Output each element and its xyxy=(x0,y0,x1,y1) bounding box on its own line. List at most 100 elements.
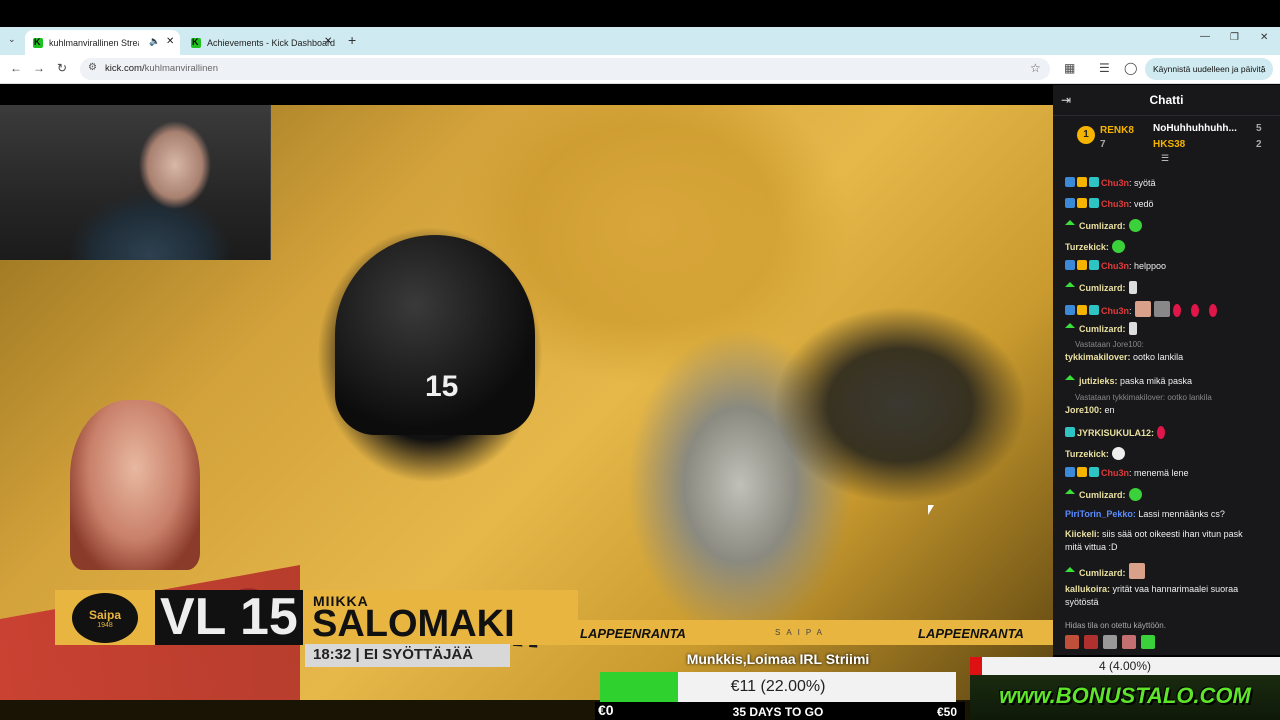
leaderboard: 1 RENK8 7 NoHuhhuhhuhh... 5 HKS38 2 ☰ xyxy=(1053,116,1280,164)
chat-username[interactable]: Chu3n xyxy=(1101,261,1129,271)
badge-icon xyxy=(1065,177,1075,187)
chat-text: yrität vaa hannarimaalei suoraa xyxy=(1110,584,1239,594)
slow-mode-notice: Hidas tila on otettu käyttöön. xyxy=(1065,621,1166,630)
emote-icon[interactable] xyxy=(1141,635,1155,649)
chat-username[interactable]: Cumlizard: xyxy=(1079,324,1126,334)
chat-username[interactable]: Jore100: xyxy=(1065,405,1102,415)
chat-username[interactable]: Kiickeli: xyxy=(1065,529,1100,539)
tab-close-icon[interactable]: ✕ xyxy=(324,36,332,47)
minimize-icon[interactable]: — xyxy=(1200,31,1210,42)
emote-icon xyxy=(1111,240,1125,253)
chat-username[interactable]: Chu3n xyxy=(1101,468,1129,478)
tab-close-icon[interactable]: ✕ xyxy=(166,36,174,47)
close-window-icon[interactable]: ✕ xyxy=(1260,32,1268,43)
reload-icon[interactable]: ↻ xyxy=(57,61,67,75)
tab-stream[interactable]: kuhlmanvirallinen Stream - 🔈 ✕ xyxy=(25,30,180,55)
leader-first-count: 7 xyxy=(1100,139,1106,150)
goal-amount: €11 (22.00%) xyxy=(730,678,826,695)
leaderboard-toggle-icon[interactable]: ☰ xyxy=(1161,153,1169,164)
emote-icon xyxy=(1172,304,1181,317)
chat-message: Chu3n: vedö xyxy=(1065,198,1154,209)
top-strip xyxy=(0,0,1280,27)
chat-panel: ⇥ Chatti 1 RENK8 7 NoHuhhuhhuhh... 5 HKS… xyxy=(1053,85,1280,655)
emote-icon[interactable] xyxy=(1103,635,1117,649)
chat-username[interactable]: JYRKISUKULA12: xyxy=(1077,428,1154,438)
player-photo xyxy=(70,400,200,570)
reply-context[interactable]: Vastataan tykkimakilover: ootko lankila xyxy=(1065,393,1212,402)
badge-icon xyxy=(1065,198,1075,208)
strip-mid-text: SAIPA xyxy=(775,628,828,637)
emote-icon xyxy=(1157,426,1166,439)
crown-badge-icon xyxy=(1077,260,1087,270)
chat-message: PiriTorin_Pekko: Lassi mennäänks cs? xyxy=(1065,509,1225,519)
chat-message: JYRKISUKULA12: xyxy=(1065,426,1166,439)
chat-username[interactable]: Chu3n xyxy=(1101,306,1129,316)
chat-username[interactable]: Turzekick: xyxy=(1065,242,1109,252)
chat-text: paska mikä paska xyxy=(1117,376,1193,386)
chat-username[interactable]: Turzekick: xyxy=(1065,449,1109,459)
chat-text: Lassi mennäänks cs? xyxy=(1135,509,1225,519)
goal-days-left: 35 DAYS TO GO xyxy=(732,705,824,719)
maximize-icon[interactable]: ❐ xyxy=(1230,32,1239,43)
rank-badge: 1 xyxy=(1077,126,1095,144)
forward-icon[interactable]: → xyxy=(33,61,45,75)
leader-third-count: 2 xyxy=(1256,139,1262,150)
goal-end: €50 xyxy=(937,705,958,719)
sub-badge-icon xyxy=(1089,198,1099,208)
chat-username[interactable]: Cumlizard: xyxy=(1079,490,1126,500)
relaunch-label: Käynnistä uudelleen ja päivitä xyxy=(1153,64,1266,74)
bookmark-star-icon[interactable]: ☆ xyxy=(1030,61,1041,75)
verified-badge-icon xyxy=(1065,318,1075,328)
chat-username[interactable]: PiriTorin_Pekko: xyxy=(1065,509,1136,519)
emote-bar xyxy=(1065,635,1185,649)
tab-search-icon[interactable]: ⌄ xyxy=(8,34,16,45)
emote-icon[interactable] xyxy=(1065,635,1079,649)
url-text: kick.com/kuhlmanvirallinen xyxy=(105,63,218,74)
profile-icon[interactable]: ◯ xyxy=(1124,61,1137,75)
player-last-name: SALOMAKI xyxy=(312,603,515,645)
chat-message: Chu3n: xyxy=(1065,301,1217,317)
chat-username[interactable]: Cumlizard: xyxy=(1079,221,1126,231)
media-icon[interactable]: ☰ xyxy=(1099,61,1110,75)
relaunch-button[interactable]: Käynnistä uudelleen ja päivitä ⋮ xyxy=(1145,58,1273,80)
video-player[interactable]: 15 SALOMAKI Saipa 1948 VL 15 MIIKKA SALO… xyxy=(0,85,1053,720)
speaker-icon[interactable]: 🔈 xyxy=(149,36,160,47)
chat-username[interactable]: Cumlizard: xyxy=(1079,283,1126,293)
emote-icon[interactable] xyxy=(1122,635,1136,649)
chat-message: jutizieks: paska mikä paska xyxy=(1065,374,1192,386)
sub-badge-icon xyxy=(1089,260,1099,270)
secondary-goal-bar: 4 (4.00%) xyxy=(970,657,1280,675)
chat-username[interactable]: jutizieks: xyxy=(1079,376,1118,386)
emote-icon xyxy=(1134,301,1151,317)
sponsor-banner-text: www.BONUSTALO.COM xyxy=(999,683,1251,708)
emote-icon xyxy=(1153,301,1170,317)
chat-header: ⇥ Chatti xyxy=(1053,85,1280,116)
chat-message: Cumlizard: xyxy=(1065,563,1145,579)
address-bar[interactable]: ⚙ kick.com/kuhlmanvirallinen ☆ xyxy=(80,58,1050,80)
emote-icon[interactable] xyxy=(1084,635,1098,649)
verified-badge-icon xyxy=(1065,562,1075,572)
chat-username[interactable]: tykkimakilover: xyxy=(1065,352,1131,362)
more-menu-icon[interactable]: ⋮ xyxy=(1259,58,1268,80)
site-info-icon[interactable]: ⚙ xyxy=(88,62,97,73)
extensions-icon[interactable]: ▦ xyxy=(1064,61,1075,75)
badge-icon xyxy=(1065,305,1075,315)
back-icon[interactable]: ← xyxy=(10,61,22,75)
crown-badge-icon xyxy=(1077,198,1087,208)
chat-username[interactable]: Chu3n xyxy=(1101,178,1129,188)
reply-context[interactable]: Vastataan Jore100: xyxy=(1065,340,1144,349)
chat-username[interactable]: Chu3n xyxy=(1101,199,1129,209)
crown-badge-icon xyxy=(1077,305,1087,315)
leader-second-count: 5 xyxy=(1256,123,1262,134)
emote-icon xyxy=(1128,281,1137,294)
chat-username[interactable]: kallukoira: xyxy=(1065,584,1110,594)
leader-first-name: RENK8 xyxy=(1100,125,1134,136)
emote-icon xyxy=(1128,219,1142,232)
new-tab-icon[interactable]: + xyxy=(348,32,356,48)
tab-achievements[interactable]: Achievements - Kick Dashboard ✕ xyxy=(183,30,338,55)
chat-message: Cumlizard: xyxy=(1065,281,1137,294)
chat-username[interactable]: Cumlizard: xyxy=(1079,568,1126,578)
chat-message: tykkimakilover: ootko lankila xyxy=(1065,352,1183,362)
sponsor-banner: www.BONUSTALO.COM xyxy=(970,675,1280,720)
emote-icon xyxy=(1190,304,1199,317)
